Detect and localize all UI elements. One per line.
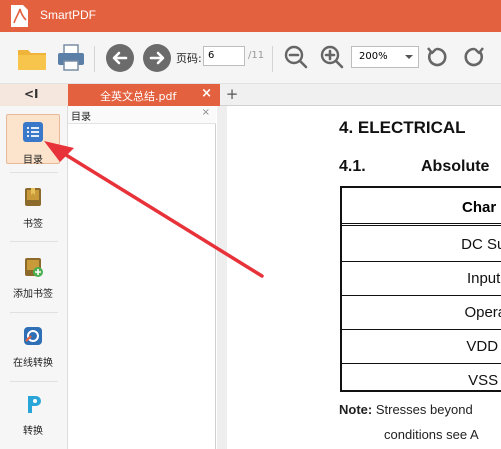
- tab-close-button[interactable]: ×: [201, 86, 212, 101]
- section-title: Absolute: [421, 158, 490, 175]
- zoom-in-icon[interactable]: [318, 43, 346, 71]
- sidebar-item-label: 转换: [23, 426, 43, 437]
- table-row: DC Supp: [342, 228, 501, 262]
- sidebar-divider: [10, 312, 58, 313]
- page-total: /11: [248, 50, 265, 61]
- sidebar-divider: [10, 241, 58, 242]
- zoom-value: 200%: [359, 51, 388, 62]
- main-toolbar: 页码: /11: [0, 32, 501, 84]
- sidebar-item-add-bookmark[interactable]: 添加书签: [6, 256, 60, 300]
- table-row: Input Vo: [342, 262, 501, 296]
- document-table: Char DC Supp Input Vo Operatin VDD Tot V…: [340, 186, 501, 392]
- sidebar-item-convert[interactable]: 转换: [6, 393, 60, 437]
- document-gutter: [217, 106, 227, 449]
- toolbar-separator: [272, 46, 273, 72]
- table-row: Operatin: [342, 296, 501, 330]
- add-tab-button[interactable]: +: [224, 84, 240, 106]
- document-note: Note: Stresses beyond: [339, 402, 473, 417]
- table-cell: DC Supp: [461, 236, 501, 253]
- app-title: SmartPDF: [40, 8, 97, 22]
- section-number: 4.1.: [339, 158, 366, 175]
- sidebar-item-label: 书签: [23, 219, 43, 230]
- sidebar-item-label: 添加书签: [13, 289, 53, 300]
- rotate-right-icon[interactable]: [461, 44, 487, 70]
- sidebar-item-online-convert[interactable]: 在线转换: [6, 325, 60, 369]
- arrow-left-icon: [112, 51, 128, 65]
- online-convert-icon: [24, 327, 42, 345]
- table-header: Char: [342, 188, 501, 226]
- zoom-select[interactable]: 200%: [351, 46, 419, 68]
- tab-label: 全英文总结.pdf: [100, 90, 177, 103]
- open-folder-icon[interactable]: [16, 42, 48, 74]
- sidebar-item-label: 目录: [23, 155, 43, 166]
- sidebar-item-toc[interactable]: 目录: [6, 114, 60, 166]
- collapse-sidebar-button[interactable]: <I: [24, 87, 39, 101]
- arrow-right-icon: [149, 51, 165, 65]
- zoom-out-icon[interactable]: [282, 43, 310, 71]
- sidebar-divider: [10, 172, 58, 173]
- rotate-left-icon[interactable]: [424, 44, 450, 70]
- table-header-text: Char: [462, 199, 497, 216]
- left-sidebar: 目录 书签 添加书签 在线转换 转换: [0, 106, 68, 449]
- sidebar-item-label: 在线转换: [13, 358, 53, 369]
- page-number-input[interactable]: 6: [203, 46, 245, 66]
- toc-panel: 目录 ×: [68, 106, 216, 449]
- sidebar-divider: [10, 381, 58, 382]
- toc-title: 目录: [71, 112, 91, 123]
- page-number-label: 页码:: [176, 52, 202, 65]
- table-row: VDD Tot: [342, 330, 501, 364]
- document-heading: 4. ELECTRICAL: [339, 118, 466, 137]
- toc-close-button[interactable]: ×: [202, 107, 210, 118]
- print-icon[interactable]: [55, 42, 87, 74]
- table-cell: VSS Tot: [468, 372, 501, 389]
- document-view[interactable]: 4. ELECTRICAL 4.1. Absolute Char DC Supp…: [227, 106, 501, 449]
- toc-header: 目录 ×: [68, 106, 216, 124]
- sidebar-item-bookmarks[interactable]: 书签: [6, 186, 60, 230]
- note-text: Stresses beyond: [375, 402, 473, 417]
- toolbar-separator: [94, 46, 95, 72]
- title-bar: SmartPDF: [0, 0, 501, 32]
- app-logo-icon: [11, 5, 28, 27]
- add-bookmark-icon: [25, 258, 43, 277]
- bookmark-icon: [25, 188, 41, 206]
- tab-document[interactable]: 全英文总结.pdf ×: [68, 84, 220, 106]
- previous-page-button[interactable]: [106, 44, 134, 72]
- table-cell: Operatin: [464, 304, 501, 321]
- convert-icon: [28, 396, 41, 413]
- table-cell: Input Vo: [466, 270, 501, 287]
- chevron-down-icon: [405, 55, 413, 59]
- table-cell: VDD Tot: [466, 338, 501, 355]
- note-label: Note:: [339, 402, 373, 417]
- table-row: VSS Tot: [342, 364, 501, 398]
- next-page-button[interactable]: [143, 44, 171, 72]
- toc-list-icon: [23, 122, 43, 142]
- document-note-line2: conditions see A: [384, 427, 479, 442]
